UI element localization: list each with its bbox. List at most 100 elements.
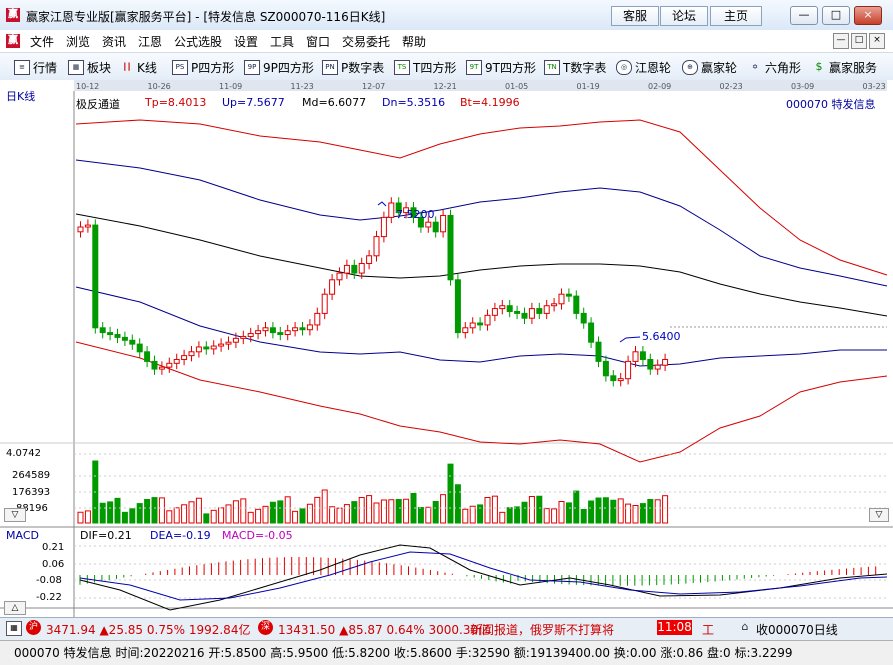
volume-bar <box>662 495 669 524</box>
volume-bar <box>610 499 617 524</box>
volume-bar <box>336 507 343 524</box>
tool-9t-square[interactable]: 9T 9T四方形 <box>466 59 536 76</box>
candle-body <box>543 305 550 314</box>
volume-bar <box>491 495 498 524</box>
tool-quote[interactable]: ≡ 行情 <box>14 59 57 76</box>
menu-browse[interactable]: 浏览 <box>66 33 90 50</box>
minimize-button[interactable]: — <box>790 6 818 25</box>
shenzhen-index-icon: 深 <box>258 620 273 635</box>
collapse-volume-button[interactable]: ▽ <box>4 508 26 522</box>
menu-settings[interactable]: 设置 <box>234 33 258 50</box>
candle-body <box>565 293 572 297</box>
candle-body <box>225 341 232 345</box>
mdi-restore-button[interactable]: □ <box>851 33 867 49</box>
candle-body <box>299 327 306 331</box>
tool-winner-wheel[interactable]: ⊕ 赢家轮 <box>682 59 737 76</box>
quote-icon: ≡ <box>14 60 30 75</box>
tool-p-square[interactable]: PS P四方形 <box>172 59 234 76</box>
volume-bar <box>299 508 306 524</box>
tool-indicator[interactable]: 工 <box>702 621 714 638</box>
sz-index-value: 13431.50 <box>278 623 336 637</box>
t-square-icon: TS <box>394 60 410 75</box>
volume-bar <box>218 507 225 524</box>
kline-chart[interactable]: 10-12 10-26 11-09 11-23 12-07 12-21 01-05 01-19… <box>0 80 893 617</box>
volume-bar <box>240 498 247 524</box>
maximize-button[interactable]: □ <box>822 6 850 25</box>
candle-body <box>610 375 617 382</box>
menu-tools[interactable]: 工具 <box>270 33 294 50</box>
t-table-icon: TN <box>544 60 560 75</box>
news-ticker[interactable]: 新闻报道，俄罗斯不打算将 <box>470 621 650 638</box>
tool-service[interactable]: $ 赢家服务 <box>812 59 878 76</box>
date-tick-label: 10-12 <box>76 82 99 91</box>
candle-body <box>218 343 225 347</box>
volume-bar <box>514 506 521 524</box>
menu-window[interactable]: 窗口 <box>306 33 330 50</box>
volume-bar <box>565 502 572 524</box>
sz-index[interactable]: 13431.50 ▲85.87 0.64% 3000.30亿 <box>278 621 490 638</box>
candle-body <box>499 305 506 310</box>
sh-index-change: ▲25.85 <box>99 623 144 637</box>
volume-bar <box>255 508 262 524</box>
tool-label: 六角形 <box>765 61 802 75</box>
candle-body <box>602 360 609 377</box>
candle-body <box>639 351 646 360</box>
scroll-right-button[interactable]: ▽ <box>869 508 889 522</box>
favorite-label[interactable]: 收000070日线 <box>756 621 838 638</box>
menu-formula[interactable]: 公式选股 <box>174 33 222 50</box>
volume-bar <box>417 507 424 524</box>
menu-help[interactable]: 帮助 <box>402 33 426 50</box>
forum-button[interactable]: 论坛 <box>660 6 708 26</box>
candle-body <box>462 327 469 334</box>
volume-bar <box>425 506 432 524</box>
tool-t-table[interactable]: TN T数字表 <box>544 59 606 76</box>
candle-body <box>77 226 84 233</box>
candle-body <box>506 305 513 312</box>
date-tick-label: 10-26 <box>148 82 171 91</box>
volume-bar <box>602 497 609 524</box>
volume-bar <box>306 503 313 524</box>
candle-body <box>84 224 91 228</box>
macd-tick: -0.22 <box>36 592 62 603</box>
tool-hexagon[interactable]: ✡ 六角形 <box>748 59 801 76</box>
mdi-close-button[interactable]: × <box>869 33 885 49</box>
date-tick-label: 12-07 <box>362 82 385 91</box>
volume-bar <box>440 494 447 524</box>
candle-body <box>380 216 387 238</box>
menu-trade[interactable]: 交易委托 <box>342 33 390 50</box>
volume-bar <box>188 501 195 524</box>
clock: 11:08 <box>657 620 692 635</box>
menu-gann[interactable]: 江恩 <box>138 33 162 50</box>
volume-bar <box>521 501 528 524</box>
volume-bar <box>136 503 143 524</box>
tool-9p-square[interactable]: 9P 9P四方形 <box>244 59 314 76</box>
volume-tick: 176393 <box>12 487 51 498</box>
volume-bar <box>388 499 395 524</box>
indicator-md: Md=6.6077 <box>302 96 367 109</box>
service-button[interactable]: 客服 <box>611 6 659 26</box>
grid-icon[interactable]: ▦ <box>6 621 22 636</box>
tool-p-table[interactable]: PN P数字表 <box>322 59 384 76</box>
sector-icon: ▦ <box>68 60 84 75</box>
candle-body <box>366 255 373 264</box>
close-button[interactable]: × <box>854 6 882 25</box>
volume-bar <box>528 496 535 524</box>
candle-body <box>136 343 143 353</box>
mdi-minimize-button[interactable]: — <box>833 33 849 49</box>
volume-tick: 4.0742 <box>6 448 41 459</box>
tool-t-square[interactable]: TS T四方形 <box>394 59 456 76</box>
tool-gann-wheel[interactable]: ◎ 江恩轮 <box>616 59 671 76</box>
candle-body <box>388 202 395 218</box>
expand-macd-button[interactable]: △ <box>4 601 26 615</box>
tool-sector[interactable]: ▦ 板块 <box>68 59 111 76</box>
date-tick-label: 03-23 <box>863 82 886 91</box>
volume-bar <box>195 497 202 524</box>
menu-info[interactable]: 资讯 <box>102 33 126 50</box>
volume-tick: 264589 <box>12 470 51 481</box>
p-table-icon: PN <box>322 60 338 75</box>
homepage-button[interactable]: 主页 <box>710 6 762 26</box>
tool-kline[interactable]: ┃┃ K线 <box>120 59 157 76</box>
menu-file[interactable]: 文件 <box>30 33 54 50</box>
sh-index[interactable]: 3471.94 ▲25.85 0.75% 1992.84亿 <box>46 621 250 638</box>
date-tick-label: 12-21 <box>434 82 457 91</box>
